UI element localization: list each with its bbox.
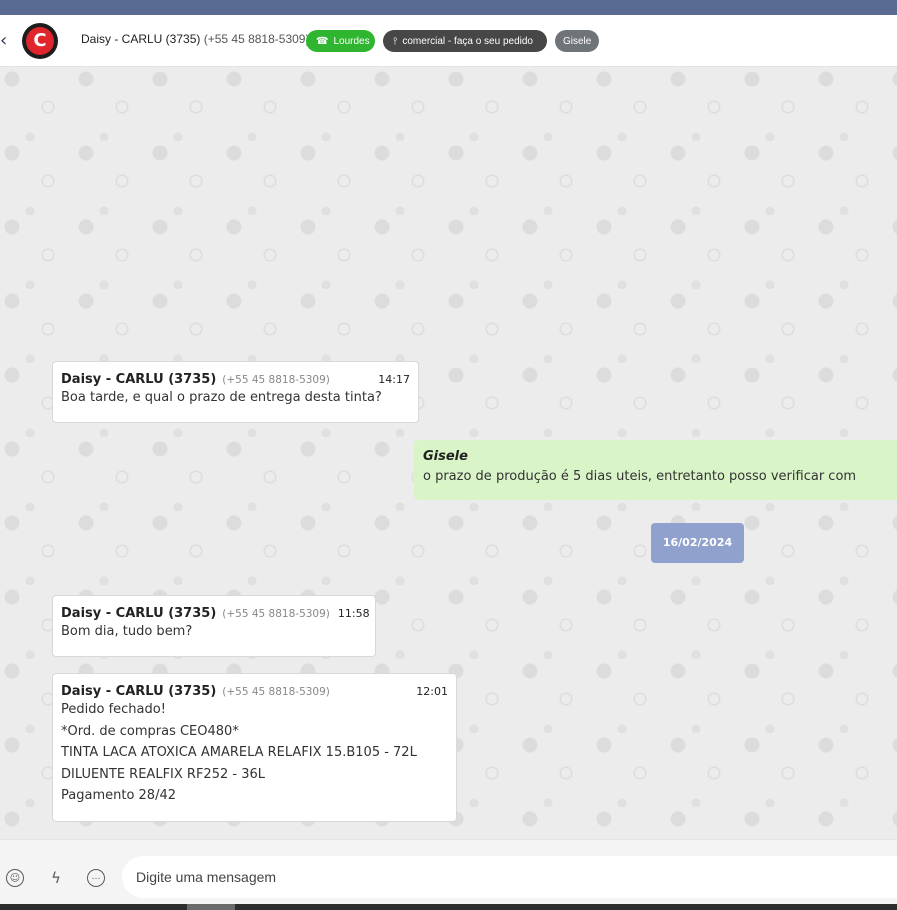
message-input[interactable]: [122, 856, 897, 898]
incoming-message: Daisy - CARLU (3735) (+55 45 8818-5309) …: [52, 673, 457, 822]
channel-badge[interactable]: ☎ Lourdes: [306, 30, 375, 52]
message-phone: (+55 45 8818-5309): [222, 374, 330, 386]
message-header: Daisy - CARLU (3735) (+55 45 8818-5309) …: [61, 684, 448, 699]
contact-title[interactable]: Daisy - CARLU (3735) (+55 45 8818-5309): [81, 32, 309, 46]
taskbar: [0, 904, 897, 910]
message-sender: Daisy - CARLU (3735): [61, 372, 217, 387]
taskbar-active-item[interactable]: [187, 904, 235, 910]
message-text-line: DILUENTE REALFIX RF252 - 36L: [61, 766, 265, 782]
agent-badge-label: Gisele: [563, 35, 592, 47]
message-text-line: Pagamento 28/42: [61, 788, 176, 803]
incoming-message: Daisy - CARLU (3735) (+55 45 8818-5309) …: [52, 595, 376, 657]
incoming-message: Daisy - CARLU (3735) (+55 45 8818-5309) …: [52, 361, 419, 423]
avatar-letter: C: [33, 30, 47, 51]
lightning-icon[interactable]: ϟ: [47, 869, 65, 887]
message-header: Daisy - CARLU (3735) (+55 45 8818-5309) …: [61, 372, 410, 387]
date-separator: 16/02/2024: [651, 523, 744, 563]
queue-badge[interactable]: ⫯ comercial - faça o seu pedido: [383, 30, 547, 52]
avatar[interactable]: C: [22, 23, 58, 59]
whatsapp-icon: ☎: [316, 35, 329, 47]
agent-badge[interactable]: Gisele: [555, 30, 599, 52]
message-text-line: TINTA LACA ATOXICA AMARELA RELAFIX 15.B1…: [61, 745, 417, 760]
message-text-line: Pedido fechado!: [61, 702, 166, 717]
message-sender: Daisy - CARLU (3735): [61, 606, 217, 621]
sitemap-icon: ⫯: [393, 35, 398, 47]
outgoing-message: Gisele o prazo de produção é 5 dias utei…: [414, 440, 897, 500]
message-time: 11:58: [337, 607, 370, 620]
channel-badge-label: Lourdes: [333, 35, 370, 47]
chevron-left-icon[interactable]: ‹: [0, 31, 12, 51]
chat-bubble-icon[interactable]: …: [87, 869, 105, 887]
window-top-strip: [0, 0, 897, 15]
message-sender: Daisy - CARLU (3735): [61, 684, 217, 699]
chat-area[interactable]: Daisy - CARLU (3735) (+55 45 8818-5309) …: [0, 67, 897, 839]
message-text: Bom dia, tudo bem?: [61, 624, 193, 639]
message-composer: ☺ ϟ …: [0, 839, 897, 904]
message-phone: (+55 45 8818-5309): [222, 686, 330, 698]
message-text-line: *Ord. de compras CEO480*: [61, 723, 239, 739]
contact-phone: (+55 45 8818-5309): [203, 32, 310, 46]
message-time: 12:01: [416, 685, 448, 698]
message-author: Gisele: [423, 449, 468, 464]
message-time: 14:17: [378, 373, 410, 386]
message-text: Boa tarde, e qual o prazo de entrega des…: [61, 390, 382, 405]
message-phone: (+55 45 8818-5309): [222, 608, 330, 620]
message-text: o prazo de produção é 5 dias uteis, entr…: [423, 469, 857, 484]
emoji-icon[interactable]: ☺: [6, 869, 24, 887]
message-header: Daisy - CARLU (3735) (+55 45 8818-5309) …: [61, 606, 370, 621]
chat-header: ‹ C Daisy - CARLU (3735) (+55 45 8818-53…: [0, 15, 897, 67]
queue-badge-label: comercial - faça o seu pedido: [402, 35, 533, 47]
contact-name: Daisy - CARLU (3735): [81, 32, 201, 46]
